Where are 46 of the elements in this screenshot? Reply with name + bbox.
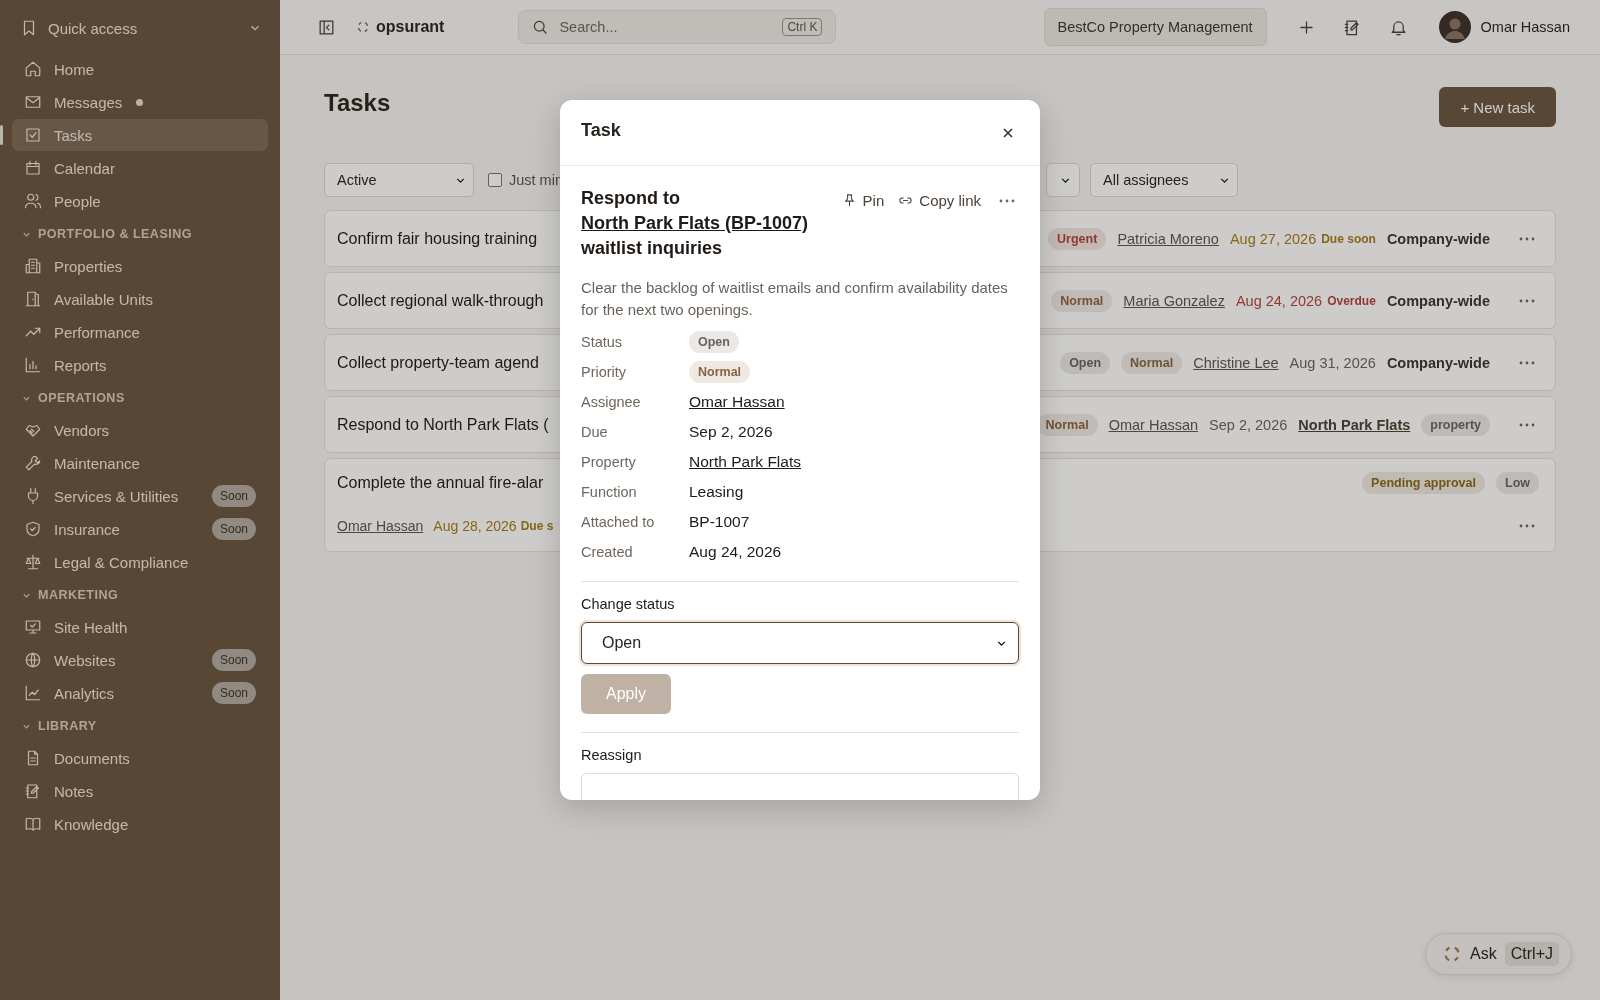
field-label: Priority	[581, 364, 628, 380]
brand-name: opsurant	[376, 18, 445, 36]
shortcut-hint: Ctrl K	[782, 18, 823, 36]
field-label: Function	[581, 484, 638, 500]
shortcut-hint: Ctrl+J	[1504, 942, 1559, 966]
soon-badge: Soon	[211, 682, 256, 704]
tag: Low	[1496, 472, 1539, 494]
field-label: Created	[581, 544, 634, 560]
soon-badge: Soon	[211, 485, 256, 507]
due-status-label: Due s	[520, 519, 554, 533]
tag: Normal	[1121, 351, 1183, 374]
scope-label: Company-wide	[1386, 230, 1490, 247]
tag: property	[1421, 413, 1490, 436]
scope-label: Company-wide	[1386, 354, 1490, 371]
task-description: Clear the backlog of waitlist emails and confirm availability dates for the next two openings.	[581, 278, 1009, 320]
tag: Normal	[1051, 289, 1113, 312]
field-label: Due	[581, 424, 609, 440]
field-label: Attached to	[581, 514, 656, 530]
due-status-label: Overdue	[1327, 293, 1376, 308]
dialog-title: Task	[581, 120, 621, 141]
field-label: Status	[581, 334, 624, 350]
field-value: Leasing	[689, 483, 744, 501]
section-label: Change status	[581, 596, 676, 612]
tag: Open	[689, 331, 739, 353]
field-label: Assignee	[581, 394, 642, 410]
due-date: Aug 28, 2026	[433, 518, 517, 534]
task-title: Confirm fair housing training	[337, 229, 538, 248]
field-label: Property	[581, 454, 637, 470]
task-title: Collect regional walk-through	[337, 291, 544, 310]
task-title: Collect property-team agend	[337, 353, 539, 372]
soon-badge: Soon	[211, 649, 256, 671]
scope-label: Company-wide	[1386, 292, 1490, 309]
page-title: Tasks	[324, 89, 391, 117]
field-value: Sep 2, 2026	[689, 423, 773, 441]
tag: Pending approval	[1362, 472, 1485, 494]
tag: Urgent	[1048, 227, 1107, 250]
task-heading: Respond to North Park Flats (BP-1007) waitlist inquiries	[581, 187, 810, 260]
due-status-label: Due soon	[1321, 231, 1376, 246]
field-value: BP-1007	[689, 513, 750, 531]
task-title: Respond to North Park Flats (	[337, 415, 549, 434]
field-value: Aug 24, 2026	[689, 543, 782, 561]
tag: Open	[1060, 351, 1111, 374]
soon-badge: Soon	[211, 518, 256, 540]
task-title: Complete the annual fire-alar	[337, 474, 544, 492]
tag: Normal	[689, 361, 751, 383]
section-label: Reassign	[581, 747, 643, 763]
